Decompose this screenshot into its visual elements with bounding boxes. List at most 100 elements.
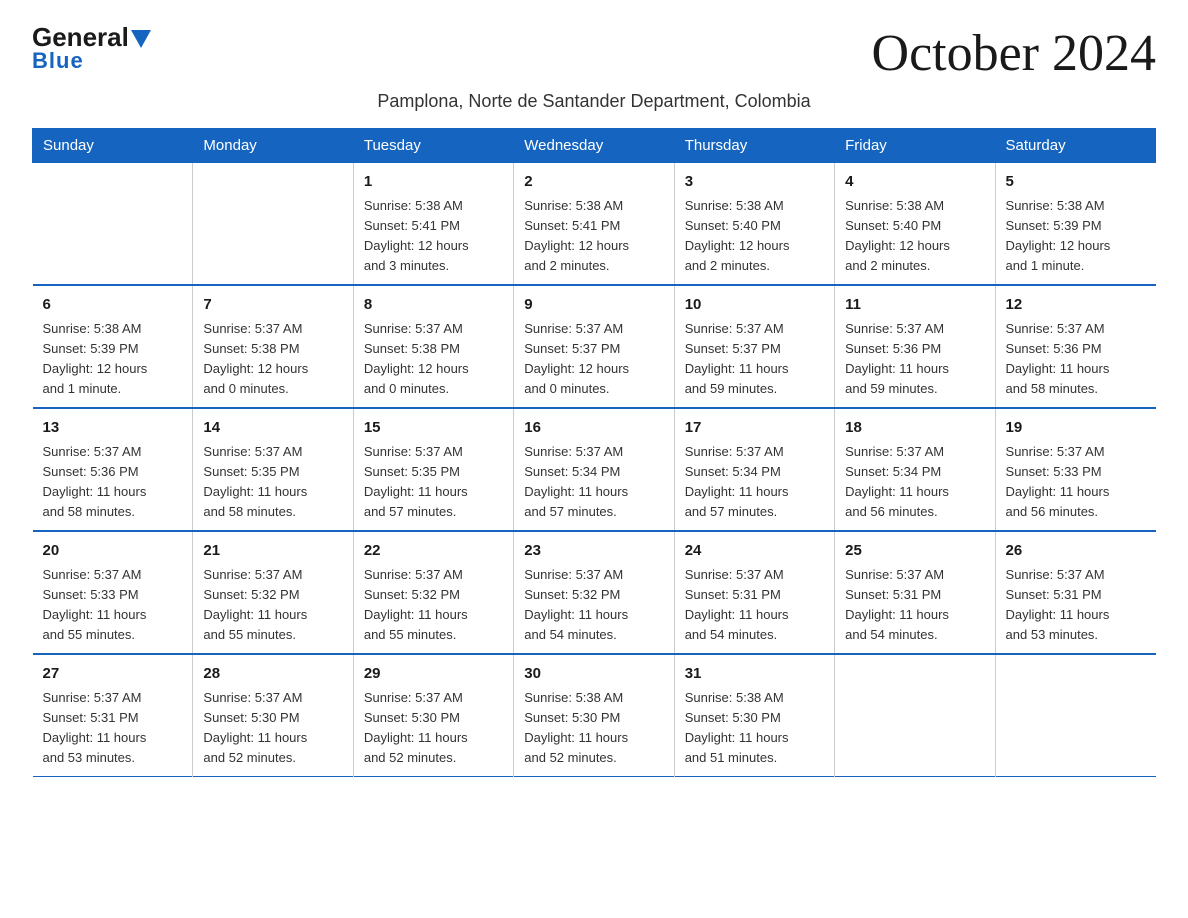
day-info: Sunrise: 5:38 AM Sunset: 5:30 PM Dayligh…: [685, 688, 824, 769]
calendar-cell: 1Sunrise: 5:38 AM Sunset: 5:41 PM Daylig…: [353, 163, 513, 286]
day-info: Sunrise: 5:37 AM Sunset: 5:37 PM Dayligh…: [685, 319, 824, 400]
day-number: 10: [685, 294, 824, 317]
day-info: Sunrise: 5:37 AM Sunset: 5:30 PM Dayligh…: [203, 688, 342, 769]
day-number: 17: [685, 417, 824, 440]
week-row-4: 20Sunrise: 5:37 AM Sunset: 5:33 PM Dayli…: [33, 531, 1156, 654]
day-number: 28: [203, 663, 342, 686]
calendar-cell: 22Sunrise: 5:37 AM Sunset: 5:32 PM Dayli…: [353, 531, 513, 654]
day-number: 11: [845, 294, 984, 317]
calendar-cell: 17Sunrise: 5:37 AM Sunset: 5:34 PM Dayli…: [674, 408, 834, 531]
day-number: 2: [524, 171, 663, 194]
calendar-cell: 15Sunrise: 5:37 AM Sunset: 5:35 PM Dayli…: [353, 408, 513, 531]
day-info: Sunrise: 5:37 AM Sunset: 5:36 PM Dayligh…: [845, 319, 984, 400]
calendar-cell: 24Sunrise: 5:37 AM Sunset: 5:31 PM Dayli…: [674, 531, 834, 654]
day-number: 18: [845, 417, 984, 440]
day-number: 5: [1006, 171, 1146, 194]
calendar-cell: 10Sunrise: 5:37 AM Sunset: 5:37 PM Dayli…: [674, 285, 834, 408]
calendar-cell: 4Sunrise: 5:38 AM Sunset: 5:40 PM Daylig…: [835, 163, 995, 286]
day-info: Sunrise: 5:38 AM Sunset: 5:41 PM Dayligh…: [364, 196, 503, 277]
day-number: 26: [1006, 540, 1146, 563]
day-number: 8: [364, 294, 503, 317]
day-info: Sunrise: 5:37 AM Sunset: 5:38 PM Dayligh…: [364, 319, 503, 400]
week-row-2: 6Sunrise: 5:38 AM Sunset: 5:39 PM Daylig…: [33, 285, 1156, 408]
col-tuesday: Tuesday: [353, 129, 513, 163]
logo-blue-text: Blue: [32, 48, 84, 74]
day-info: Sunrise: 5:38 AM Sunset: 5:41 PM Dayligh…: [524, 196, 663, 277]
day-info: Sunrise: 5:38 AM Sunset: 5:30 PM Dayligh…: [524, 688, 663, 769]
day-number: 23: [524, 540, 663, 563]
day-info: Sunrise: 5:37 AM Sunset: 5:38 PM Dayligh…: [203, 319, 342, 400]
calendar-cell: 6Sunrise: 5:38 AM Sunset: 5:39 PM Daylig…: [33, 285, 193, 408]
calendar-cell: 30Sunrise: 5:38 AM Sunset: 5:30 PM Dayli…: [514, 654, 674, 777]
logo: General Blue: [32, 24, 151, 74]
day-number: 7: [203, 294, 342, 317]
calendar-header: Sunday Monday Tuesday Wednesday Thursday…: [33, 129, 1156, 163]
logo-triangle-icon: [131, 30, 151, 48]
col-thursday: Thursday: [674, 129, 834, 163]
calendar-body: 1Sunrise: 5:38 AM Sunset: 5:41 PM Daylig…: [33, 163, 1156, 777]
calendar-cell: 18Sunrise: 5:37 AM Sunset: 5:34 PM Dayli…: [835, 408, 995, 531]
day-info: Sunrise: 5:37 AM Sunset: 5:32 PM Dayligh…: [203, 565, 342, 646]
calendar-cell: 29Sunrise: 5:37 AM Sunset: 5:30 PM Dayli…: [353, 654, 513, 777]
day-info: Sunrise: 5:38 AM Sunset: 5:40 PM Dayligh…: [685, 196, 824, 277]
calendar-cell: 28Sunrise: 5:37 AM Sunset: 5:30 PM Dayli…: [193, 654, 353, 777]
calendar-cell: 2Sunrise: 5:38 AM Sunset: 5:41 PM Daylig…: [514, 163, 674, 286]
calendar-cell: [995, 654, 1155, 777]
day-info: Sunrise: 5:37 AM Sunset: 5:30 PM Dayligh…: [364, 688, 503, 769]
day-number: 31: [685, 663, 824, 686]
header-row: Sunday Monday Tuesday Wednesday Thursday…: [33, 129, 1156, 163]
day-info: Sunrise: 5:37 AM Sunset: 5:32 PM Dayligh…: [364, 565, 503, 646]
day-info: Sunrise: 5:37 AM Sunset: 5:31 PM Dayligh…: [685, 565, 824, 646]
day-info: Sunrise: 5:37 AM Sunset: 5:34 PM Dayligh…: [845, 442, 984, 523]
calendar-cell: 12Sunrise: 5:37 AM Sunset: 5:36 PM Dayli…: [995, 285, 1155, 408]
calendar-cell: 11Sunrise: 5:37 AM Sunset: 5:36 PM Dayli…: [835, 285, 995, 408]
calendar-cell: 9Sunrise: 5:37 AM Sunset: 5:37 PM Daylig…: [514, 285, 674, 408]
day-number: 15: [364, 417, 503, 440]
calendar-cell: 3Sunrise: 5:38 AM Sunset: 5:40 PM Daylig…: [674, 163, 834, 286]
day-info: Sunrise: 5:37 AM Sunset: 5:31 PM Dayligh…: [43, 688, 183, 769]
day-info: Sunrise: 5:37 AM Sunset: 5:31 PM Dayligh…: [1006, 565, 1146, 646]
subtitle: Pamplona, Norte de Santander Department,…: [32, 91, 1156, 112]
day-number: 19: [1006, 417, 1146, 440]
calendar-cell: [33, 163, 193, 286]
day-info: Sunrise: 5:37 AM Sunset: 5:36 PM Dayligh…: [43, 442, 183, 523]
day-info: Sunrise: 5:38 AM Sunset: 5:40 PM Dayligh…: [845, 196, 984, 277]
day-number: 27: [43, 663, 183, 686]
calendar-cell: [835, 654, 995, 777]
week-row-3: 13Sunrise: 5:37 AM Sunset: 5:36 PM Dayli…: [33, 408, 1156, 531]
calendar-cell: 23Sunrise: 5:37 AM Sunset: 5:32 PM Dayli…: [514, 531, 674, 654]
day-info: Sunrise: 5:37 AM Sunset: 5:31 PM Dayligh…: [845, 565, 984, 646]
day-info: Sunrise: 5:37 AM Sunset: 5:33 PM Dayligh…: [43, 565, 183, 646]
day-info: Sunrise: 5:38 AM Sunset: 5:39 PM Dayligh…: [43, 319, 183, 400]
calendar-cell: 7Sunrise: 5:37 AM Sunset: 5:38 PM Daylig…: [193, 285, 353, 408]
day-info: Sunrise: 5:37 AM Sunset: 5:34 PM Dayligh…: [524, 442, 663, 523]
day-info: Sunrise: 5:37 AM Sunset: 5:37 PM Dayligh…: [524, 319, 663, 400]
day-number: 6: [43, 294, 183, 317]
col-monday: Monday: [193, 129, 353, 163]
calendar-cell: 25Sunrise: 5:37 AM Sunset: 5:31 PM Dayli…: [835, 531, 995, 654]
day-number: 22: [364, 540, 503, 563]
day-number: 13: [43, 417, 183, 440]
day-number: 29: [364, 663, 503, 686]
calendar-cell: 27Sunrise: 5:37 AM Sunset: 5:31 PM Dayli…: [33, 654, 193, 777]
day-number: 1: [364, 171, 503, 194]
week-row-1: 1Sunrise: 5:38 AM Sunset: 5:41 PM Daylig…: [33, 163, 1156, 286]
col-wednesday: Wednesday: [514, 129, 674, 163]
day-info: Sunrise: 5:37 AM Sunset: 5:35 PM Dayligh…: [364, 442, 503, 523]
day-info: Sunrise: 5:37 AM Sunset: 5:34 PM Dayligh…: [685, 442, 824, 523]
calendar-cell: 19Sunrise: 5:37 AM Sunset: 5:33 PM Dayli…: [995, 408, 1155, 531]
day-number: 20: [43, 540, 183, 563]
day-number: 16: [524, 417, 663, 440]
day-info: Sunrise: 5:37 AM Sunset: 5:33 PM Dayligh…: [1006, 442, 1146, 523]
day-number: 4: [845, 171, 984, 194]
calendar-cell: 26Sunrise: 5:37 AM Sunset: 5:31 PM Dayli…: [995, 531, 1155, 654]
day-number: 30: [524, 663, 663, 686]
day-info: Sunrise: 5:38 AM Sunset: 5:39 PM Dayligh…: [1006, 196, 1146, 277]
calendar-cell: [193, 163, 353, 286]
calendar-cell: 16Sunrise: 5:37 AM Sunset: 5:34 PM Dayli…: [514, 408, 674, 531]
day-number: 12: [1006, 294, 1146, 317]
day-info: Sunrise: 5:37 AM Sunset: 5:35 PM Dayligh…: [203, 442, 342, 523]
day-number: 14: [203, 417, 342, 440]
col-sunday: Sunday: [33, 129, 193, 163]
calendar-cell: 21Sunrise: 5:37 AM Sunset: 5:32 PM Dayli…: [193, 531, 353, 654]
